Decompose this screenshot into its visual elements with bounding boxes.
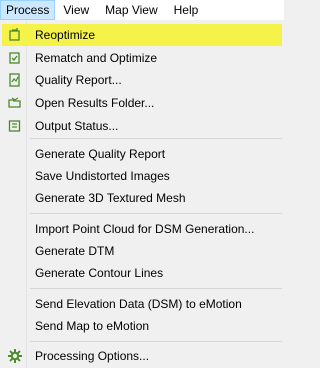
menu-item-generate-contour-lines[interactable]: Generate Contour Lines — [2, 262, 282, 284]
menu-separator — [30, 288, 282, 289]
menu-item-rematch-optimize[interactable]: Rematch and Optimize — [2, 47, 282, 69]
output-status-icon — [8, 119, 22, 133]
menu-item-generate-3d-textured-mesh[interactable]: Generate 3D Textured Mesh — [2, 187, 282, 209]
menu-item-label: Reoptimize — [35, 28, 96, 42]
menu-help[interactable]: Help — [166, 0, 207, 20]
menu-item-label: Generate DTM — [35, 244, 115, 258]
menu-item-open-results-folder[interactable]: Open Results Folder... — [2, 92, 282, 114]
menu-process[interactable]: Process — [0, 0, 56, 20]
menu-item-label: Rematch and Optimize — [35, 51, 158, 65]
menu-item-label: Generate Quality Report — [35, 147, 166, 161]
menu-item-label: Send Map to eMotion — [35, 319, 150, 333]
reoptimize-icon — [8, 28, 22, 42]
menu-item-generate-quality-report[interactable]: Generate Quality Report — [2, 143, 282, 165]
menu-item-quality-report[interactable]: Quality Report... — [2, 69, 282, 91]
menu-item-send-elevation-data[interactable]: Send Elevation Data (DSM) to eMotion — [2, 293, 282, 315]
menu-separator — [30, 138, 282, 139]
menu-item-send-map[interactable]: Send Map to eMotion — [2, 315, 282, 337]
menu-item-generate-dtm[interactable]: Generate DTM — [2, 240, 282, 262]
menu-item-save-undistorted-images[interactable]: Save Undistorted Images — [2, 165, 282, 187]
folder-icon — [8, 96, 22, 110]
menu-item-label: Send Elevation Data (DSM) to eMotion — [35, 297, 242, 311]
menu-item-output-status[interactable]: Output Status... — [2, 115, 282, 137]
menu-view[interactable]: View — [55, 0, 97, 20]
menu-item-label: Processing Options... — [35, 349, 150, 363]
menu-bar: Process View Map View Help — [0, 0, 284, 20]
menu-separator — [30, 213, 282, 214]
menu-item-label: Generate Contour Lines — [35, 266, 164, 280]
menu-item-label: Output Status... — [35, 119, 119, 133]
menu-item-import-point-cloud[interactable]: Import Point Cloud for DSM Generation... — [2, 218, 282, 240]
menu-item-processing-options[interactable]: Processing Options... — [2, 345, 282, 367]
rematch-icon — [8, 51, 22, 65]
menu-item-label: Save Undistorted Images — [35, 169, 170, 183]
process-dropdown-menu: Reoptimize Rematch and Optimize Quality … — [0, 20, 284, 368]
menu-item-label: Generate 3D Textured Mesh — [35, 191, 186, 205]
menu-item-label: Quality Report... — [35, 73, 122, 87]
quality-report-icon — [8, 73, 22, 87]
menu-item-reoptimize[interactable]: Reoptimize — [2, 24, 282, 46]
menu-item-label: Open Results Folder... — [35, 96, 155, 110]
menu-separator — [30, 341, 282, 342]
gear-icon — [7, 348, 23, 364]
menu-map-view[interactable]: Map View — [97, 0, 165, 20]
menu-item-label: Import Point Cloud for DSM Generation... — [35, 222, 255, 236]
